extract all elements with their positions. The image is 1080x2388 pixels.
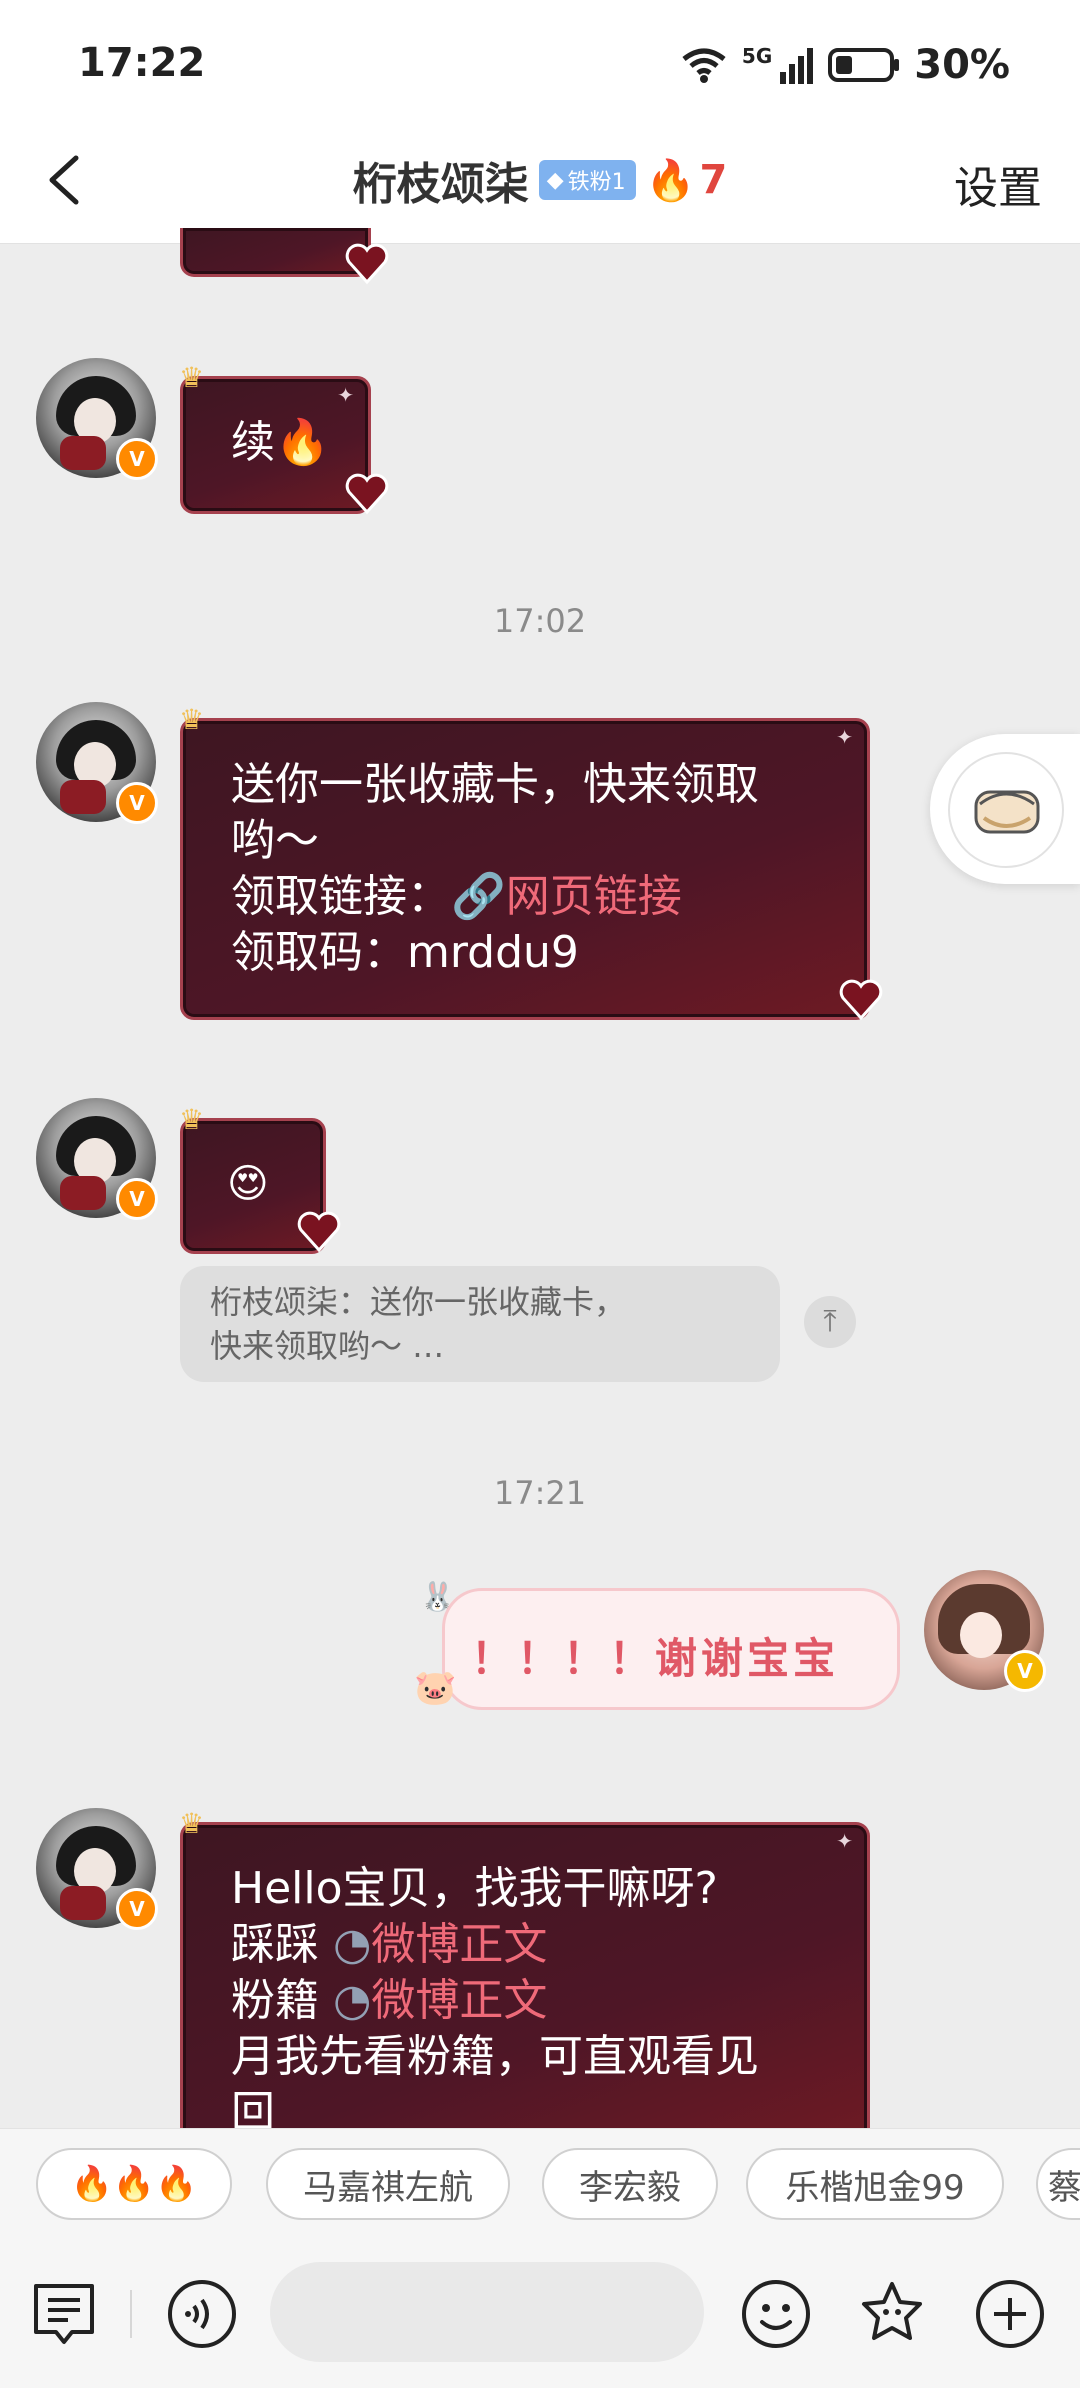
voice-icon bbox=[168, 2280, 236, 2348]
fan-level-badge: ◆ 铁粉1 bbox=[538, 160, 636, 200]
sparkle-icon: ✦ bbox=[836, 1829, 853, 1853]
sticker-button[interactable] bbox=[856, 2278, 928, 2350]
sticker-icon bbox=[862, 2282, 922, 2340]
chat-title: 桁枝颂柒 bbox=[352, 159, 529, 210]
status-time: 17:22 bbox=[78, 40, 206, 86]
quote-line: 快来领取哟～ … bbox=[210, 1327, 445, 1365]
crown-icon: ♛ bbox=[179, 361, 205, 394]
message-text-line: 踩踩 ◔微博正文 bbox=[231, 1917, 851, 1973]
chat-streak: 🔥 7 bbox=[646, 157, 728, 204]
divider bbox=[130, 2290, 132, 2338]
heart-icon bbox=[297, 1211, 341, 1253]
avatar-sender[interactable]: V bbox=[36, 702, 158, 824]
quote-line: 桁枝颂柒：送你一张收藏卡， bbox=[210, 1283, 627, 1321]
wifi-icon bbox=[682, 48, 726, 83]
message-bubble-card[interactable]: ♛ ✦ Hello宝贝，找我干嘛呀? 踩踩 ◔微博正文 粉籍 ◔微博正文 月我先… bbox=[179, 1807, 870, 2145]
scroll-to-quote-button[interactable]: ⤒ bbox=[804, 1296, 856, 1348]
heart-icon bbox=[345, 473, 389, 515]
signal-icon bbox=[780, 48, 814, 84]
quick-reply-chip[interactable]: 马嘉祺左航 bbox=[266, 2148, 510, 2220]
own-message-bubble[interactable]: ！！！！谢谢宝宝 bbox=[442, 1588, 900, 1710]
quick-reply-chip[interactable]: 李宏毅 bbox=[542, 2148, 718, 2220]
avatar-sender[interactable]: V bbox=[36, 1098, 158, 1220]
weibo-icon: ◔ bbox=[333, 1975, 372, 2026]
message-text: 续🔥 bbox=[231, 417, 330, 468]
link-icon: 🔗 bbox=[451, 871, 506, 922]
scroll-top-icon: ⤒ bbox=[823, 1304, 837, 1339]
verified-badge-icon: V bbox=[1004, 1650, 1046, 1692]
smile-icon bbox=[742, 2280, 810, 2348]
settings-button[interactable]: 设置 bbox=[954, 152, 1042, 216]
weibo-post-link[interactable]: 微博正文 bbox=[371, 1919, 547, 1970]
add-button[interactable] bbox=[974, 2278, 1046, 2350]
quoted-message[interactable]: 桁枝颂柒：送你一张收藏卡， 快来领取哟～ … bbox=[180, 1266, 780, 1382]
heart-icon bbox=[839, 979, 883, 1021]
message-input[interactable] bbox=[270, 2262, 704, 2362]
weibo-icon: ◔ bbox=[333, 1919, 372, 1970]
web-link[interactable]: 网页链接 bbox=[506, 871, 682, 922]
notes-icon bbox=[34, 2284, 94, 2344]
message-text: ！！！！谢谢宝宝 bbox=[471, 1634, 840, 1683]
quick-reply-chip[interactable]: 乐楷旭金99 bbox=[746, 2148, 1004, 2220]
gift-card-icon bbox=[974, 790, 1040, 834]
message-bubble-partial[interactable] bbox=[180, 228, 371, 277]
emoji: 😍 bbox=[227, 1161, 269, 1207]
verified-badge-icon: V bbox=[116, 1178, 158, 1220]
message-text-line: 哟～ bbox=[231, 815, 319, 866]
sparkle-icon: ✦ bbox=[836, 725, 853, 749]
status-indicators: 5G 30% bbox=[680, 40, 1010, 90]
verified-badge-icon: V bbox=[116, 438, 158, 480]
message-text-line: 送你一张收藏卡，快来领取 bbox=[231, 759, 759, 810]
emoji-button[interactable] bbox=[740, 2278, 812, 2350]
verified-badge-icon: V bbox=[116, 782, 158, 824]
pig-decoration-icon: 🐷 bbox=[414, 1668, 457, 1708]
crown-icon: ♛ bbox=[179, 703, 205, 736]
avatar-sender[interactable]: V bbox=[36, 1808, 158, 1930]
message-text-line: Hello宝贝，找我干嘛呀? bbox=[231, 1863, 718, 1914]
network-label: 5G bbox=[741, 44, 773, 68]
fan-level-label: 铁粉1 bbox=[567, 170, 626, 195]
link-label: 领取链接： bbox=[231, 871, 451, 922]
timestamp: 17:02 bbox=[493, 602, 587, 640]
floating-widget-icon[interactable] bbox=[948, 752, 1064, 868]
crown-icon: ♛ bbox=[179, 1103, 205, 1136]
streak-count: 7 bbox=[699, 157, 728, 203]
crown-icon: ♛ bbox=[179, 1807, 205, 1840]
message-bubble-card[interactable]: ♛ ✦ 送你一张收藏卡，快来领取 哟～ 领取链接：🔗网页链接 领取码：mrddu… bbox=[179, 703, 870, 1020]
chat-title-group: 桁枝颂柒 ◆ 铁粉1 🔥 7 bbox=[0, 150, 1080, 210]
weibo-post-link[interactable]: 微博正文 bbox=[371, 1975, 547, 2026]
message-bubble[interactable]: ♛ ✦ 续🔥 bbox=[179, 361, 371, 514]
message-text-line: 领取码：mrddu9 bbox=[231, 927, 579, 978]
message-text-prefix: 粉籍 bbox=[231, 1975, 333, 2026]
verified-badge-icon: V bbox=[116, 1888, 158, 1930]
message-text-line: 月我先看粉籍，可直观看见 bbox=[231, 2031, 759, 2082]
diamond-icon: ◆ bbox=[546, 167, 564, 193]
message-text-line: 领取链接：🔗网页链接 bbox=[231, 869, 851, 925]
quick-reply-chip[interactable]: 🔥🔥🔥 bbox=[36, 2148, 232, 2220]
heart-icon bbox=[345, 243, 389, 285]
avatar-self[interactable]: V bbox=[924, 1570, 1046, 1692]
avatar-sender[interactable]: V bbox=[36, 358, 158, 480]
timestamp: 17:21 bbox=[493, 1474, 587, 1512]
notes-button[interactable] bbox=[28, 2278, 100, 2350]
fire-icon: 🔥 bbox=[645, 157, 696, 204]
message-text-prefix: 踩踩 bbox=[231, 1919, 333, 1970]
battery-level: 30% bbox=[914, 42, 1010, 88]
message-text-line: 粉籍 ◔微博正文 bbox=[231, 1973, 851, 2029]
add-icon bbox=[976, 2280, 1044, 2348]
sparkle-icon: ✦ bbox=[337, 383, 354, 407]
battery-icon bbox=[828, 48, 900, 82]
voice-button[interactable] bbox=[166, 2278, 238, 2350]
